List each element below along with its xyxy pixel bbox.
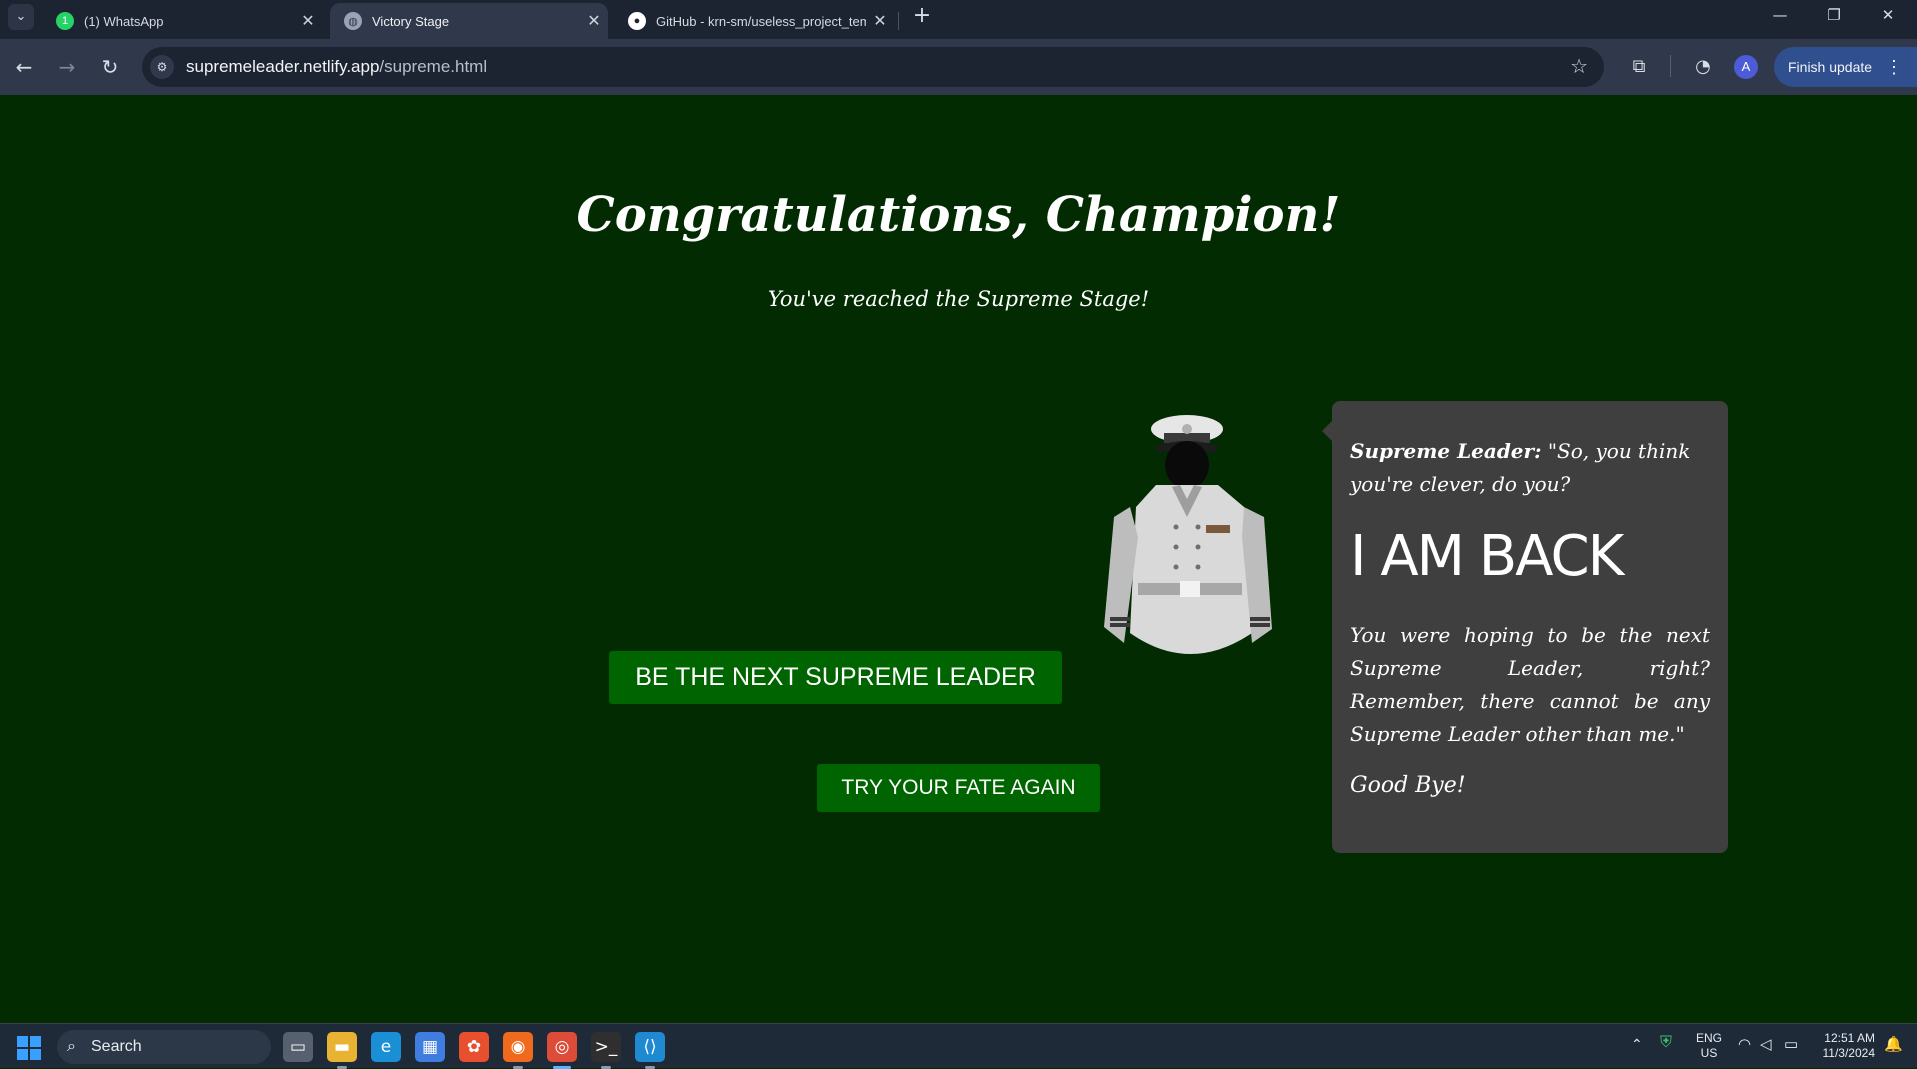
close-window-icon[interactable]: ✕ — [1862, 0, 1914, 30]
be-next-leader-button[interactable]: BE THE NEXT SUPREME LEADER — [609, 651, 1062, 704]
page-subtitle: You've reached the Supreme Stage! — [767, 287, 1150, 311]
more-menu-icon[interactable]: ⋮ — [1885, 47, 1903, 87]
security-shield-icon[interactable]: ⛨ — [1660, 1034, 1672, 1052]
forward-icon[interactable]: → — [52, 52, 82, 82]
task-view-icon[interactable]: ▭ — [283, 1032, 313, 1062]
tab-title: (1) WhatsApp — [84, 13, 164, 29]
profile-avatar[interactable]: A — [1734, 55, 1758, 79]
wifi-icon[interactable]: ◠ — [1738, 1035, 1751, 1053]
speaker-name: Supreme Leader: — [1350, 439, 1542, 463]
microsoft-store-icon[interactable]: ▦ — [415, 1032, 445, 1062]
finish-update-button[interactable]: Finish update ⋮ — [1774, 47, 1917, 87]
supreme-leader-image — [1104, 415, 1272, 654]
restore-icon[interactable]: ❐ — [1808, 0, 1860, 30]
photos-app-icon[interactable]: ✿ — [459, 1032, 489, 1062]
tab-strip: ⌄ 1 (1) WhatsApp ✕ ◍ Victory Stage ✕ ● G… — [0, 0, 1917, 39]
close-tab-icon[interactable]: ✕ — [294, 11, 322, 31]
new-tab-icon[interactable]: + — [908, 3, 936, 31]
chrome-icon[interactable]: ◎ — [547, 1032, 577, 1069]
taskbar-search-box[interactable]: ⌕ Search — [57, 1030, 271, 1064]
language-code: ENG — [1696, 1031, 1723, 1045]
url-text[interactable]: supremeleader.netlify.app/supreme.html — [186, 57, 487, 77]
performance-icon[interactable]: ◔ — [1688, 52, 1718, 82]
vscode-icon[interactable]: ⟨⟩ — [635, 1032, 665, 1069]
bookmark-star-icon[interactable]: ☆ — [1570, 54, 1588, 78]
file-explorer-icon[interactable]: ▬ — [327, 1032, 357, 1069]
region-code: US — [1700, 1046, 1718, 1060]
tab-title: Victory Stage — [372, 13, 450, 29]
finish-update-label: Finish update — [1788, 59, 1873, 75]
globe-icon: ◍ — [344, 12, 362, 30]
taskbar-search-label: Search — [91, 1038, 142, 1055]
volume-icon[interactable]: ◁ — [1760, 1035, 1772, 1053]
edge-icon[interactable]: e — [371, 1032, 401, 1062]
toolbar-divider — [1670, 55, 1671, 77]
speech-intro: Supreme Leader: "So, you think you're cl… — [1350, 435, 1710, 501]
tab-search-dropdown-icon[interactable]: ⌄ — [8, 4, 34, 30]
address-bar[interactable]: ⚙ supremeleader.netlify.app/supreme.html… — [142, 47, 1604, 87]
tab-whatsapp[interactable]: 1 (1) WhatsApp ✕ — [42, 3, 322, 39]
language-indicator[interactable]: ENG US — [1696, 1031, 1722, 1061]
url-host: supremeleader.netlify.app — [186, 57, 380, 76]
speech-bubble: Supreme Leader: "So, you think you're cl… — [1322, 401, 1728, 853]
show-hidden-icons-icon[interactable]: ⌃ — [1631, 1036, 1643, 1053]
firefox-icon[interactable]: ◉ — [503, 1032, 533, 1069]
minimize-icon[interactable]: — — [1754, 0, 1806, 30]
whatsapp-icon: 1 — [56, 12, 74, 30]
github-icon: ● — [628, 12, 646, 30]
search-icon: ⌕ — [67, 1038, 76, 1055]
tab-github[interactable]: ● GitHub - krn-sm/useless_project_temp ✕ — [614, 3, 894, 39]
back-icon[interactable]: ← — [9, 52, 39, 82]
tab-victory-stage[interactable]: ◍ Victory Stage ✕ — [330, 3, 608, 39]
clock-date: 11/3/2024 — [1822, 1046, 1876, 1060]
windows-start-icon[interactable] — [17, 1036, 41, 1060]
close-tab-icon[interactable]: ✕ — [580, 11, 608, 31]
url-path: /supreme.html — [379, 57, 488, 76]
battery-icon[interactable]: ▭ — [1784, 1035, 1798, 1053]
clock[interactable]: 12:51 AM 11/3/2024 — [1815, 1031, 1876, 1061]
tab-separator — [898, 12, 899, 30]
speech-body: You were hoping to be the next Supreme L… — [1350, 623, 1710, 746]
close-tab-icon[interactable]: ✕ — [866, 11, 894, 31]
clock-time: 12:51 AM — [1824, 1031, 1875, 1045]
extensions-icon[interactable]: ⧉ — [1624, 52, 1654, 82]
speech-farewell: Good Bye! — [1350, 773, 1466, 798]
site-settings-icon[interactable]: ⚙ — [150, 55, 174, 79]
page-title: Congratulations, Champion! — [576, 187, 1341, 243]
page-content: Congratulations, Champion! You've reache… — [0, 95, 1917, 1023]
try-fate-again-button[interactable]: TRY YOUR FATE AGAIN — [817, 764, 1100, 812]
speech-headline: I AM BACK — [1350, 524, 1624, 589]
reload-icon[interactable]: ↻ — [95, 52, 125, 82]
terminal-icon[interactable]: >_ — [591, 1032, 621, 1069]
windows-taskbar: ⌕ Search ▭ ▬ e ▦ ✿ ◉ ◎ >_ ⟨⟩ ⌃ ⛨ ENG US … — [0, 1023, 1917, 1069]
browser-toolbar: ← → ↻ ⚙ supremeleader.netlify.app/suprem… — [0, 39, 1917, 95]
notification-bell-icon[interactable]: 🔔 — [1884, 1035, 1903, 1053]
tab-title: GitHub - krn-sm/useless_project_temp — [656, 13, 866, 29]
